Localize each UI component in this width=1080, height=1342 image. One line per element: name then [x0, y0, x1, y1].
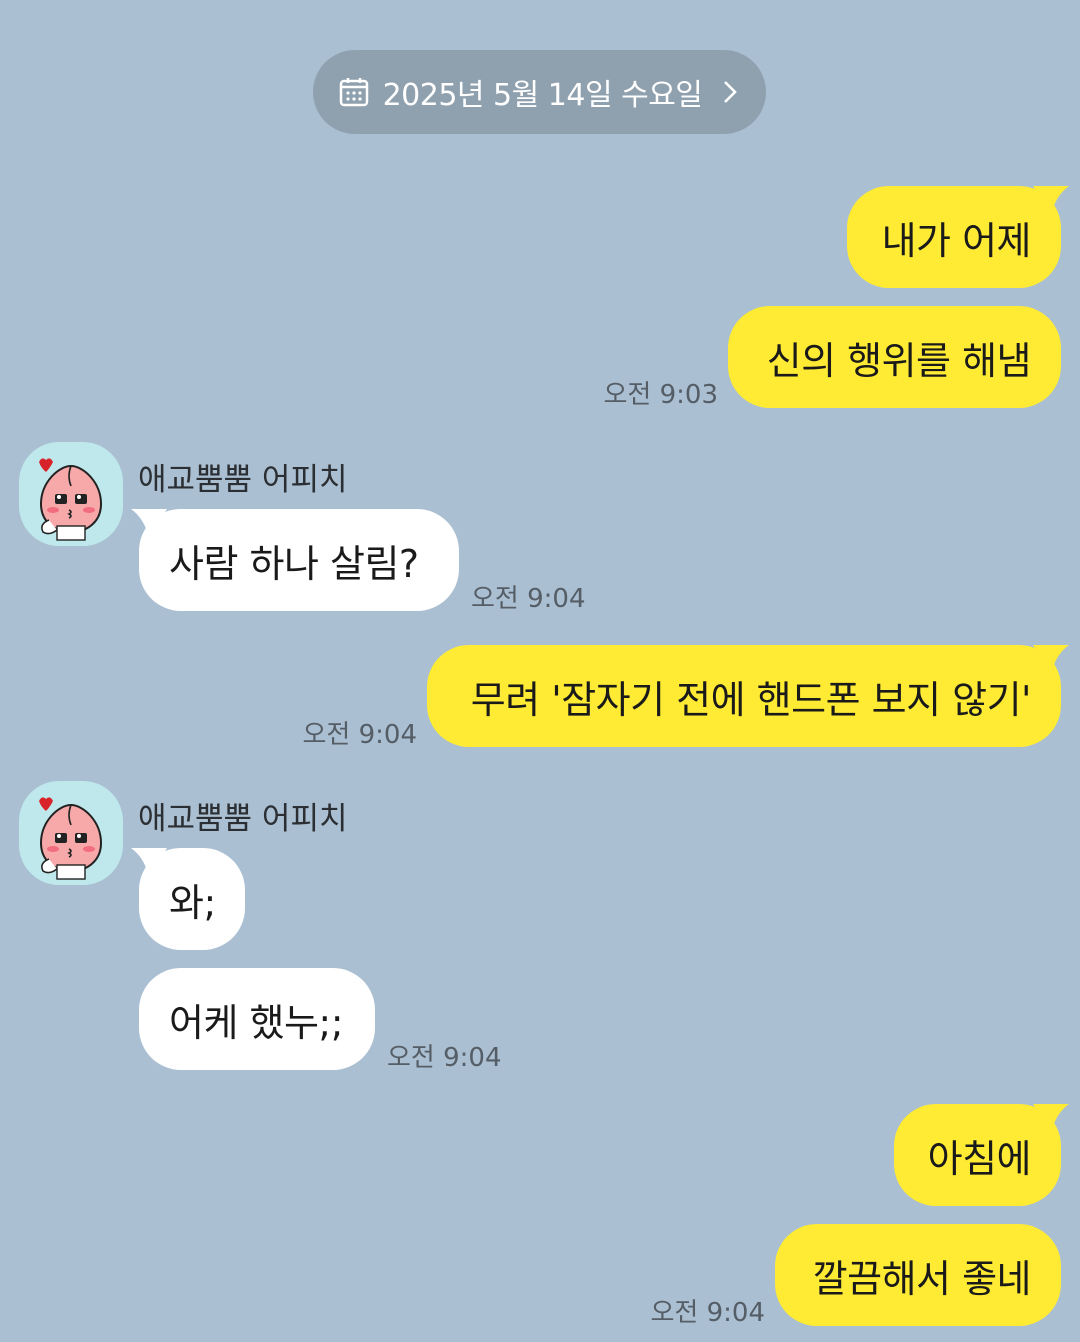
sender-name: 애교뿜뿜 어피치	[138, 801, 348, 837]
calendar-icon	[339, 78, 368, 107]
my-message-bubble[interactable]: 깔끔해서 좋네	[775, 1224, 1061, 1326]
my-message-bubble[interactable]: 신의 행위를 해냄	[728, 306, 1061, 408]
bubble-tail	[1033, 186, 1069, 216]
bubble-tail	[1033, 1104, 1069, 1134]
bubble-tail	[131, 848, 167, 878]
message-text: 아침에	[927, 1136, 1032, 1181]
message-timestamp: 오전 9:04	[302, 720, 418, 750]
message-text: 어케 했누;;	[169, 1000, 344, 1045]
message-text: 무려 '잠자기 전에 핸드폰 보지 않기'	[470, 677, 1032, 722]
apeach-avatar-icon	[39, 458, 103, 541]
message-text: 내가 어제	[881, 218, 1032, 263]
avatar[interactable]	[19, 781, 123, 885]
their-message-bubble[interactable]: 사람 하나 살림?	[131, 509, 459, 611]
message-text: 와;	[169, 880, 216, 925]
avatar[interactable]	[19, 442, 123, 546]
date-divider[interactable]: 2025년 5월 14일 수요일	[313, 50, 766, 134]
message-text: 깔끔해서 좋네	[812, 1256, 1032, 1301]
message-timestamp: 오전 9:03	[603, 380, 719, 410]
my-message-bubble[interactable]: 내가 어제	[847, 186, 1069, 288]
bubble-tail	[1033, 645, 1069, 675]
my-message-bubble[interactable]: 무려 '잠자기 전에 핸드폰 보지 않기'	[427, 645, 1069, 747]
apeach-avatar-icon	[39, 797, 103, 880]
message-timestamp: 오전 9:04	[387, 1043, 502, 1073]
bubble-tail	[131, 509, 167, 539]
sender-name: 애교뿜뿜 어피치	[138, 462, 348, 498]
my-message-bubble[interactable]: 아침에	[894, 1104, 1069, 1206]
date-divider-label: 2025년 5월 14일 수요일	[382, 78, 703, 113]
chevron-right-icon	[724, 81, 738, 103]
message-timestamp: 오전 9:04	[650, 1298, 766, 1328]
their-message-bubble[interactable]: 와;	[131, 848, 245, 950]
their-message-bubble[interactable]: 어케 했누;;	[139, 968, 375, 1070]
message-text: 사람 하나 살림?	[169, 541, 419, 586]
message-timestamp: 오전 9:04	[471, 584, 586, 614]
message-text: 신의 행위를 해냄	[766, 338, 1032, 383]
